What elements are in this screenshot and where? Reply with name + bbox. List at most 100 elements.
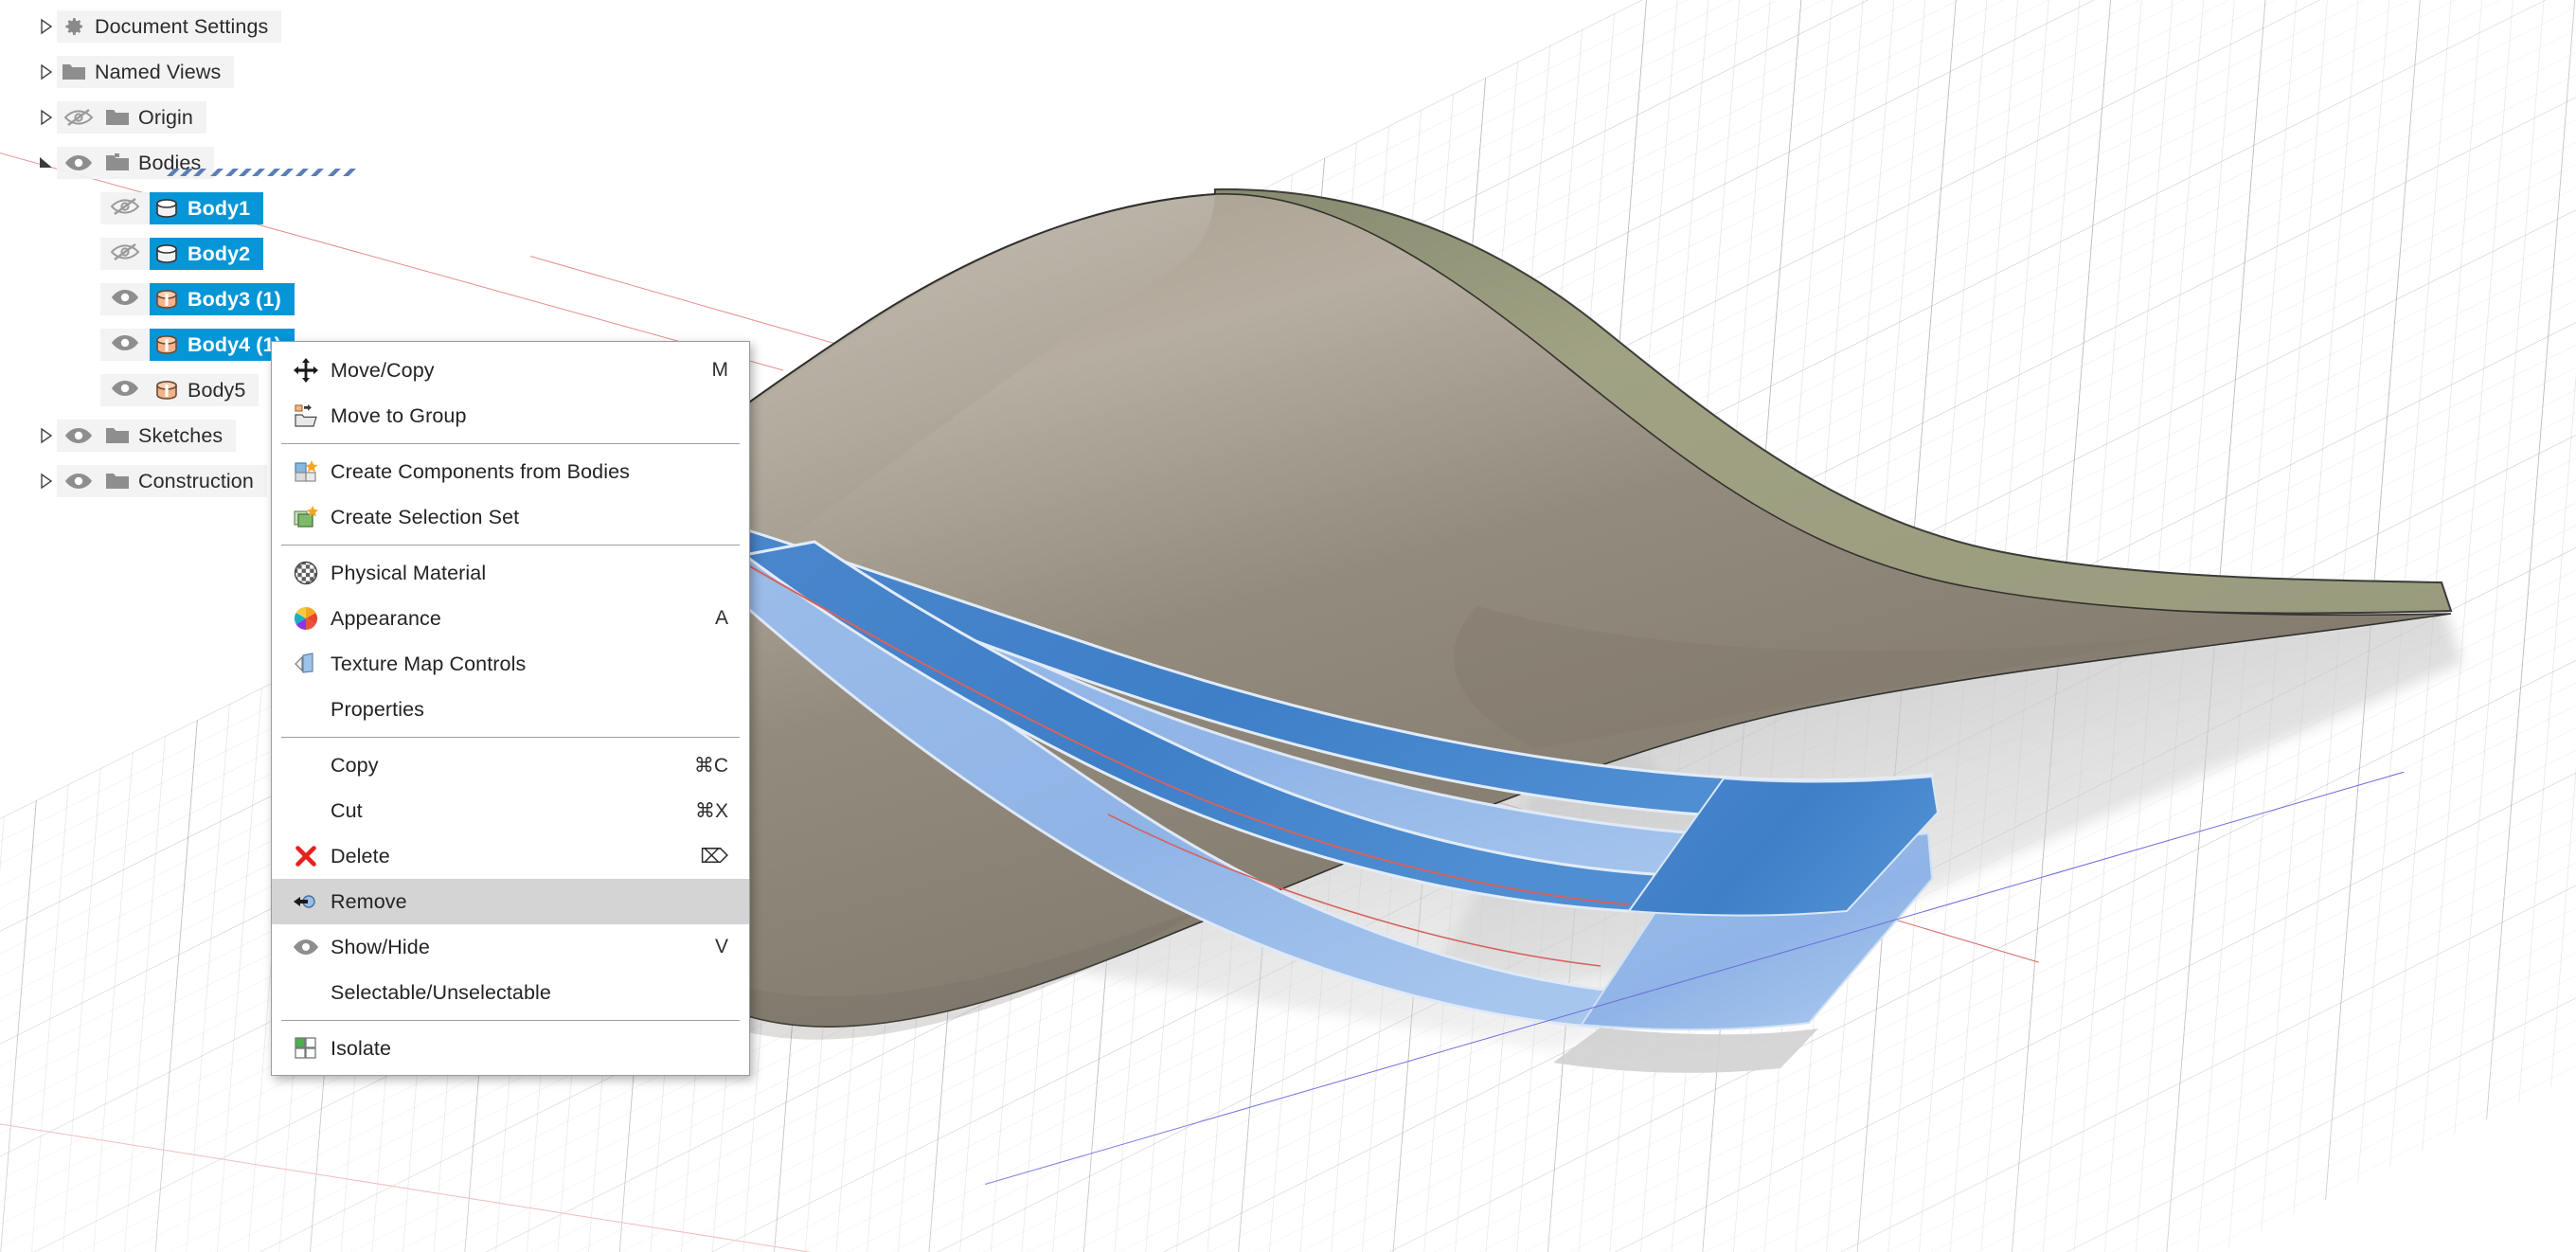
folder-icon [100,465,134,497]
texture-map-icon [287,649,325,679]
body-label: Body2 [188,241,251,265]
folder-icon [57,56,91,88]
tree-row-body1[interactable]: Body1 [0,186,436,231]
tree-item-label: Sketches [138,423,224,447]
menu-item-label: Physical Material [331,561,487,584]
menu-item-label: Create Selection Set [331,505,520,528]
body-context-menu[interactable]: Move/Copy M Move to Group Create Compone… [271,341,750,1076]
tree-item-label: Named Views [95,60,222,83]
tree-row-body3[interactable]: Body3 (1) [0,277,436,322]
tree-item-label: Construction [138,469,254,492]
menu-item-label: Show/Hide [331,935,430,958]
isolate-squares-icon [287,1033,325,1064]
body-orange-icon [150,374,184,406]
menu-item-create-components-from-bodies[interactable]: Create Components from Bodies [272,449,749,494]
menu-item-shortcut: ⌘C [693,754,728,777]
menu-item-selectable-unselectable[interactable]: Selectable/Unselectable [272,970,749,1015]
menu-separator [281,1020,740,1021]
menu-item-label: Texture Map Controls [331,652,527,675]
twisty-expanded-icon[interactable] [36,152,57,173]
no-icon-placeholder [287,977,325,1008]
menu-item-label: Remove [331,889,407,913]
menu-item-label: Delete [331,844,390,867]
menu-item-physical-material[interactable]: Physical Material [272,550,749,596]
twisty-collapsed-icon[interactable] [36,16,57,37]
menu-item-cut[interactable]: Cut ⌘X [272,788,749,833]
menu-separator [281,545,740,546]
twisty-collapsed-icon[interactable] [36,425,57,446]
eye-hidden-icon[interactable] [57,101,100,134]
menu-item-label: Cut [331,798,363,822]
eye-visible-icon[interactable] [110,287,140,313]
folder-icon [100,101,134,134]
menu-item-move-to-group[interactable]: Move to Group [272,393,749,438]
folder-icon [100,420,134,452]
eye-visible-icon[interactable] [110,378,140,403]
eye-visible-icon[interactable] [57,420,100,452]
ribbon-under-shadow [1553,1028,1818,1073]
menu-item-create-selection-set[interactable]: Create Selection Set [272,494,749,540]
body-white-icon [150,192,184,224]
eye-hidden-icon[interactable] [110,241,140,267]
menu-item-label: Move to Group [331,403,467,427]
menu-item-show-hide[interactable]: Show/Hide V [272,924,749,970]
red-x-icon [287,841,325,871]
move-to-folder-icon [287,401,325,431]
tree-row-document-settings[interactable]: Document Settings [0,4,436,49]
menu-item-copy[interactable]: Copy ⌘C [272,742,749,788]
menu-item-move-copy[interactable]: Move/Copy M [272,348,749,393]
eye-visible-icon[interactable] [57,465,100,497]
tree-item-label: Bodies [138,151,202,174]
checker-sphere-icon [287,558,325,588]
tree-row-origin[interactable]: Origin [0,95,436,140]
remove-arrow-icon [287,886,325,917]
body-white-icon [150,238,184,270]
menu-item-label: Copy [331,753,379,777]
menu-item-appearance[interactable]: Appearance A [272,596,749,641]
menu-item-label: Properties [331,697,424,721]
gear-icon [57,10,91,43]
menu-item-shortcut: M [711,359,729,381]
eye-visible-icon[interactable] [57,147,100,179]
menu-item-shortcut: ⌦ [700,845,728,867]
menu-item-label: Move/Copy [331,358,435,382]
tree-item-label: Origin [138,105,193,129]
eye-visible-icon[interactable] [110,332,140,358]
menu-item-isolate[interactable]: Isolate [272,1026,749,1071]
tree-row-bodies[interactable]: Bodies [0,140,436,186]
menu-item-shortcut: V [714,936,728,957]
menu-item-properties[interactable]: Properties [272,687,749,732]
menu-item-label: Isolate [331,1036,392,1060]
menu-item-label: Create Components from Bodies [331,459,630,483]
body-label: Body1 [188,196,251,220]
selection-set-icon [287,502,325,532]
menu-item-shortcut: A [714,607,728,629]
color-wheel-icon [287,603,325,634]
tree-row-body2[interactable]: Body2 [0,231,436,277]
body-label: Body5 [188,378,246,402]
move-arrows-icon [287,355,325,385]
menu-item-remove[interactable]: Remove [272,879,749,924]
tree-item-label: Document Settings [95,14,269,38]
menu-separator [281,443,740,444]
create-components-icon [287,456,325,487]
eye-hidden-icon[interactable] [110,196,140,222]
body-label: Body3 (1) [188,287,281,311]
folder-open-icon [100,147,134,179]
tree-row-named-views[interactable]: Named Views [0,49,436,95]
menu-separator [281,737,740,738]
no-icon-placeholder [287,694,325,724]
fusion-window: Document Settings Named Views Origin Bod… [0,0,2576,1252]
menu-item-delete[interactable]: Delete ⌦ [272,833,749,879]
no-icon-placeholder [287,796,325,826]
menu-item-texture-map-controls[interactable]: Texture Map Controls [272,641,749,687]
menu-item-shortcut: ⌘X [694,799,728,822]
no-icon-placeholder [287,750,325,780]
twisty-collapsed-icon[interactable] [36,62,57,82]
eye-icon [287,932,325,962]
body-orange-icon [150,329,184,361]
body-orange-icon [150,283,184,315]
menu-item-label: Selectable/Unselectable [331,980,551,1004]
twisty-collapsed-icon[interactable] [36,107,57,128]
twisty-collapsed-icon[interactable] [36,471,57,492]
